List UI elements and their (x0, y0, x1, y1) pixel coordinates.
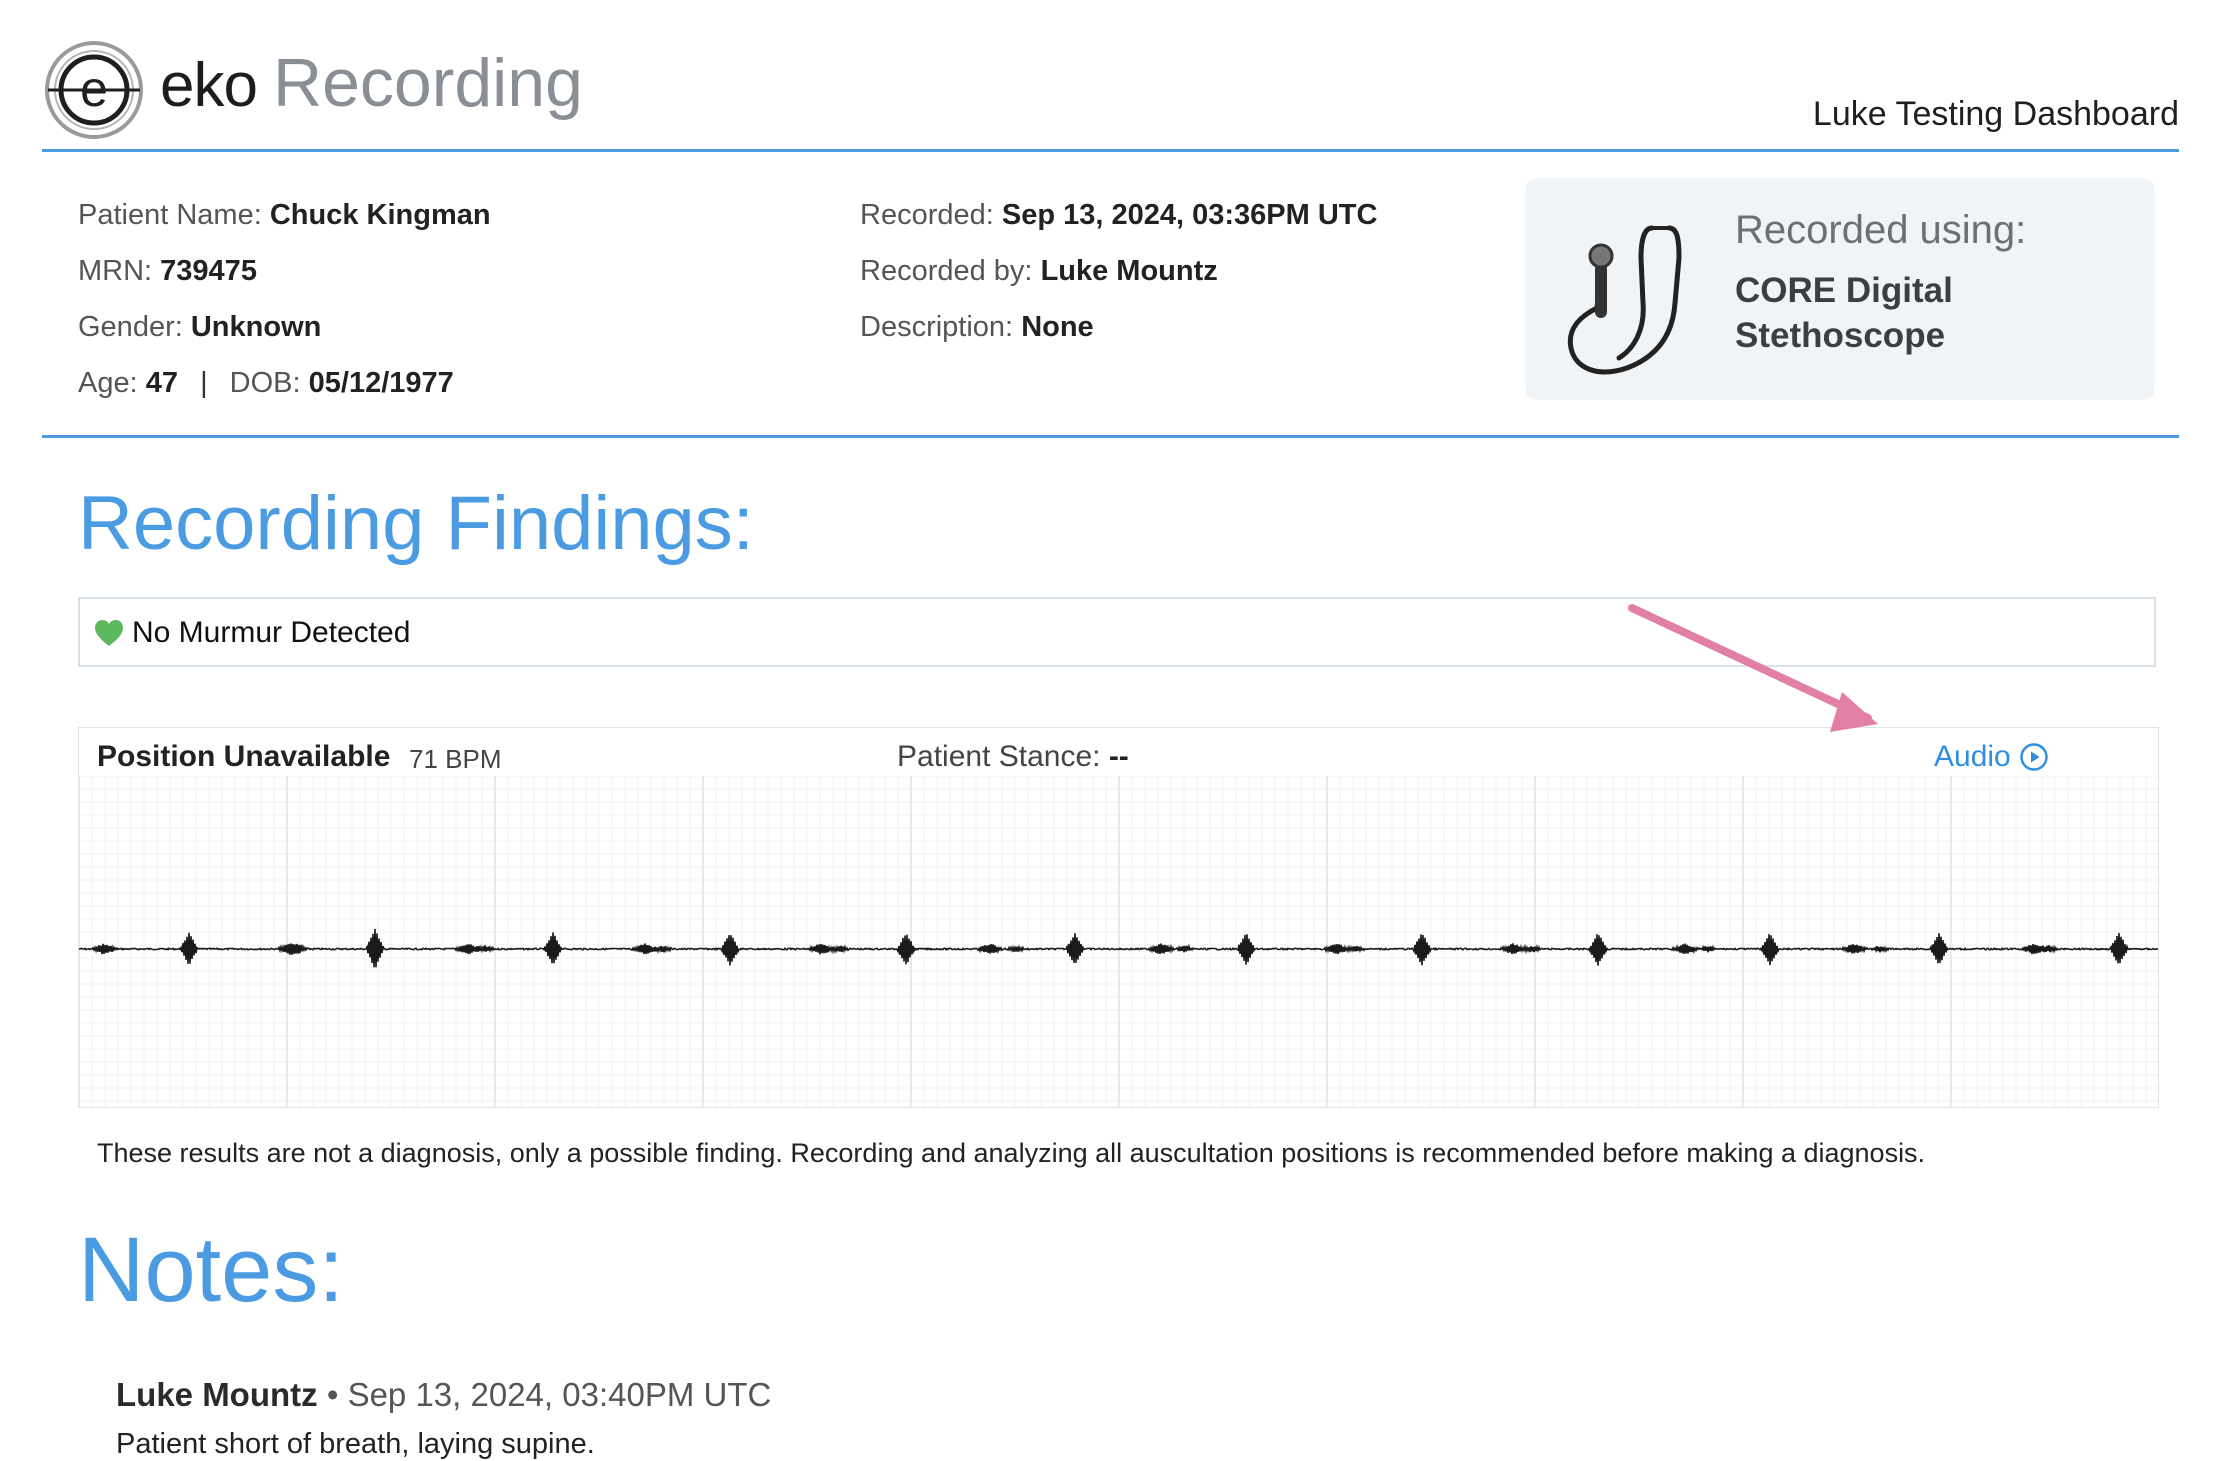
stance-label: Patient Stance: (897, 740, 1101, 773)
device-heading: Recorded using: (1735, 208, 2027, 252)
description-label: Description: (860, 311, 1014, 343)
stethoscope-icon (1567, 225, 1682, 375)
mrn-row: MRN: 739475 (78, 255, 257, 288)
age-dob-separator: | (200, 367, 208, 399)
audio-play-link[interactable]: Audio (1934, 740, 2049, 774)
mrn-label: MRN: (78, 255, 153, 287)
recorded-by-value: Luke Mountz (1040, 255, 1218, 287)
phonocardiogram-waveform (79, 776, 2158, 1107)
notes-title: Notes: (78, 1219, 344, 1321)
recorded-row: Recorded: Sep 13, 2024, 03:36PM UTC (860, 199, 1377, 232)
gender-value: Unknown (190, 311, 322, 343)
note-date: Sep 13, 2024, 03:40PM UTC (347, 1376, 772, 1413)
position-label: Position Unavailable (97, 740, 391, 773)
description-value: None (1021, 311, 1094, 343)
note-bullet: • (326, 1376, 339, 1413)
note-text: Patient short of breath, laying supine. (116, 1428, 595, 1460)
patient-name-label: Patient Name: (78, 199, 262, 231)
header-divider (42, 149, 2179, 152)
audio-label[interactable]: Audio (1934, 740, 2011, 774)
finding-result: No Murmur Detected (132, 616, 411, 649)
dob-value: 05/12/1977 (308, 367, 454, 399)
description-row: Description: None (860, 311, 1094, 344)
patient-stance: Patient Stance: -- (897, 740, 1129, 774)
recorded-label: Recorded: (860, 199, 994, 231)
recorded-by-row: Recorded by: Luke Mountz (860, 255, 1218, 288)
brand-product: Recording (272, 45, 583, 121)
annotation-arrow-icon (1628, 604, 1878, 732)
info-divider (42, 435, 2179, 438)
patient-name-row: Patient Name: Chuck Kingman (78, 199, 491, 232)
device-card: Recorded using: CORE Digital Stethoscope (1525, 178, 2155, 400)
device-name: CORE Digital Stethoscope (1735, 268, 2115, 358)
dashboard-name: Luke Testing Dashboard (1812, 95, 2179, 133)
patient-name-value: Chuck Kingman (269, 199, 491, 231)
gender-label: Gender: (78, 311, 183, 343)
green-heart-icon (95, 620, 123, 646)
bpm-value: 71 BPM (409, 744, 502, 774)
age-dob-row: Age: 47 | DOB: 05/12/1977 (78, 367, 454, 400)
gender-row: Gender: Unknown (78, 311, 321, 344)
stance-value: -- (1108, 740, 1129, 773)
play-circle-icon[interactable] (2019, 742, 2049, 772)
eko-logo-icon: e (45, 41, 143, 139)
device-name-line2: Stethoscope (1735, 316, 1946, 355)
recorded-by-label: Recorded by: (860, 255, 1033, 287)
findings-title: Recording Findings: (78, 481, 754, 566)
brand-title: eko Recording (160, 44, 583, 134)
note-author: Luke Mountz (116, 1376, 318, 1413)
waveform-panel: Position Unavailable 71 BPM Patient Stan… (78, 727, 2159, 1108)
note-header: Luke Mountz • Sep 13, 2024, 03:40PM UTC (116, 1376, 771, 1414)
age-label: Age: (78, 367, 138, 399)
disclaimer-text: These results are not a diagnosis, only … (97, 1138, 1926, 1168)
device-name-line1: CORE Digital (1735, 271, 1953, 310)
mrn-value: 739475 (160, 255, 257, 287)
brand-name: eko (160, 51, 258, 120)
dob-label: DOB: (229, 367, 301, 399)
recorded-value: Sep 13, 2024, 03:36PM UTC (1001, 199, 1378, 231)
age-value: 47 (145, 367, 178, 399)
